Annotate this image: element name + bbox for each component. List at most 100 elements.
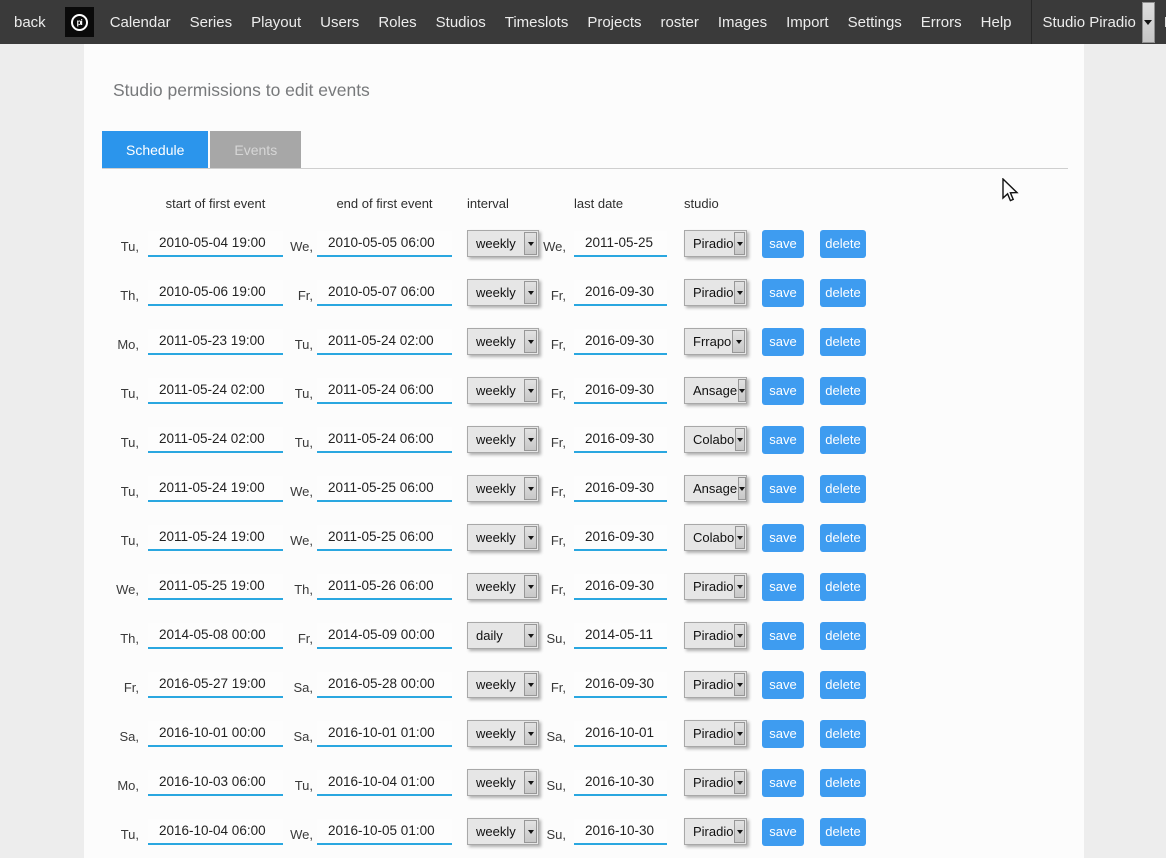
delete-button[interactable]: delete [820,279,866,307]
nav-item-calendar[interactable]: Calendar [110,14,171,31]
nav-item-errors[interactable]: Errors [921,14,962,31]
last-date-input[interactable] [574,819,667,845]
delete-button[interactable]: delete [820,818,866,846]
end-datetime-input[interactable] [317,770,452,796]
nav-back[interactable]: back [14,14,46,31]
end-datetime-input[interactable] [317,525,452,551]
nav-item-studios[interactable]: Studios [436,14,486,31]
start-datetime-input[interactable] [148,721,283,747]
start-datetime-input[interactable] [148,378,283,404]
save-button[interactable]: save [762,328,804,356]
interval-select[interactable]: weekly [467,769,539,796]
start-datetime-input[interactable] [148,819,283,845]
nav-item-projects[interactable]: Projects [587,14,641,31]
save-button[interactable]: save [762,475,804,503]
studio-select[interactable]: Piradio [684,573,747,600]
end-datetime-input[interactable] [317,378,452,404]
chevron-down-icon[interactable] [1142,2,1155,43]
start-datetime-input[interactable] [148,280,283,306]
delete-button[interactable]: delete [820,377,866,405]
studio-select[interactable]: Piradio [684,769,747,796]
end-datetime-input[interactable] [317,574,452,600]
last-date-input[interactable] [574,280,667,306]
save-button[interactable]: save [762,671,804,699]
delete-button[interactable]: delete [820,622,866,650]
nav-item-timeslots[interactable]: Timeslots [505,14,569,31]
end-datetime-input[interactable] [317,623,452,649]
nav-item-roles[interactable]: Roles [378,14,416,31]
last-date-input[interactable] [574,770,667,796]
interval-select[interactable]: weekly [467,230,539,257]
start-datetime-input[interactable] [148,672,283,698]
interval-select[interactable]: weekly [467,720,539,747]
save-button[interactable]: save [762,426,804,454]
studio-select[interactable]: Ansage [684,475,747,502]
end-datetime-input[interactable] [317,819,452,845]
logo-icon[interactable]: pi [65,7,94,37]
interval-select[interactable]: weekly [467,475,539,502]
delete-button[interactable]: delete [820,230,866,258]
studio-select[interactable]: Piradio [684,622,747,649]
end-datetime-input[interactable] [317,280,452,306]
last-date-input[interactable] [574,476,667,502]
save-button[interactable]: save [762,622,804,650]
nav-item-images[interactable]: Images [718,14,767,31]
studio-dropdown[interactable]: Studio Piradio [1043,0,1164,44]
start-datetime-input[interactable] [148,329,283,355]
start-datetime-input[interactable] [148,770,283,796]
last-date-input[interactable] [574,623,667,649]
start-datetime-input[interactable] [148,427,283,453]
save-button[interactable]: save [762,230,804,258]
interval-select[interactable]: daily [467,622,539,649]
end-datetime-input[interactable] [317,231,452,257]
nav-item-import[interactable]: Import [786,14,829,31]
last-date-input[interactable] [574,427,667,453]
save-button[interactable]: save [762,573,804,601]
save-button[interactable]: save [762,279,804,307]
nav-item-help[interactable]: Help [981,14,1012,31]
start-datetime-input[interactable] [148,574,283,600]
end-datetime-input[interactable] [317,427,452,453]
last-date-input[interactable] [574,525,667,551]
start-datetime-input[interactable] [148,231,283,257]
start-datetime-input[interactable] [148,623,283,649]
interval-select[interactable]: weekly [467,671,539,698]
nav-item-playout[interactable]: Playout [251,14,301,31]
last-date-input[interactable] [574,378,667,404]
interval-select[interactable]: weekly [467,573,539,600]
delete-button[interactable]: delete [820,426,866,454]
studio-select[interactable]: Piradio [684,720,747,747]
end-datetime-input[interactable] [317,476,452,502]
interval-select[interactable]: weekly [467,818,539,845]
delete-button[interactable]: delete [820,328,866,356]
studio-select[interactable]: Colabo [684,524,747,551]
end-datetime-input[interactable] [317,672,452,698]
interval-select[interactable]: weekly [467,328,539,355]
save-button[interactable]: save [762,818,804,846]
studio-select[interactable]: Piradio [684,230,747,257]
interval-select[interactable]: weekly [467,377,539,404]
delete-button[interactable]: delete [820,573,866,601]
start-datetime-input[interactable] [148,476,283,502]
last-date-input[interactable] [574,672,667,698]
studio-select[interactable]: Piradio [684,818,747,845]
last-date-input[interactable] [574,574,667,600]
end-datetime-input[interactable] [317,721,452,747]
end-datetime-input[interactable] [317,329,452,355]
delete-button[interactable]: delete [820,671,866,699]
last-date-input[interactable] [574,721,667,747]
nav-item-users[interactable]: Users [320,14,359,31]
nav-item-series[interactable]: Series [190,14,233,31]
nav-item-settings[interactable]: Settings [848,14,902,31]
delete-button[interactable]: delete [820,475,866,503]
delete-button[interactable]: delete [820,524,866,552]
interval-select[interactable]: weekly [467,279,539,306]
delete-button[interactable]: delete [820,720,866,748]
delete-button[interactable]: delete [820,769,866,797]
last-date-input[interactable] [574,329,667,355]
studio-select[interactable]: Colabo [684,426,747,453]
tab-events[interactable]: Events [210,131,301,168]
studio-select[interactable]: Piradio [684,279,747,306]
start-datetime-input[interactable] [148,525,283,551]
interval-select[interactable]: weekly [467,426,539,453]
